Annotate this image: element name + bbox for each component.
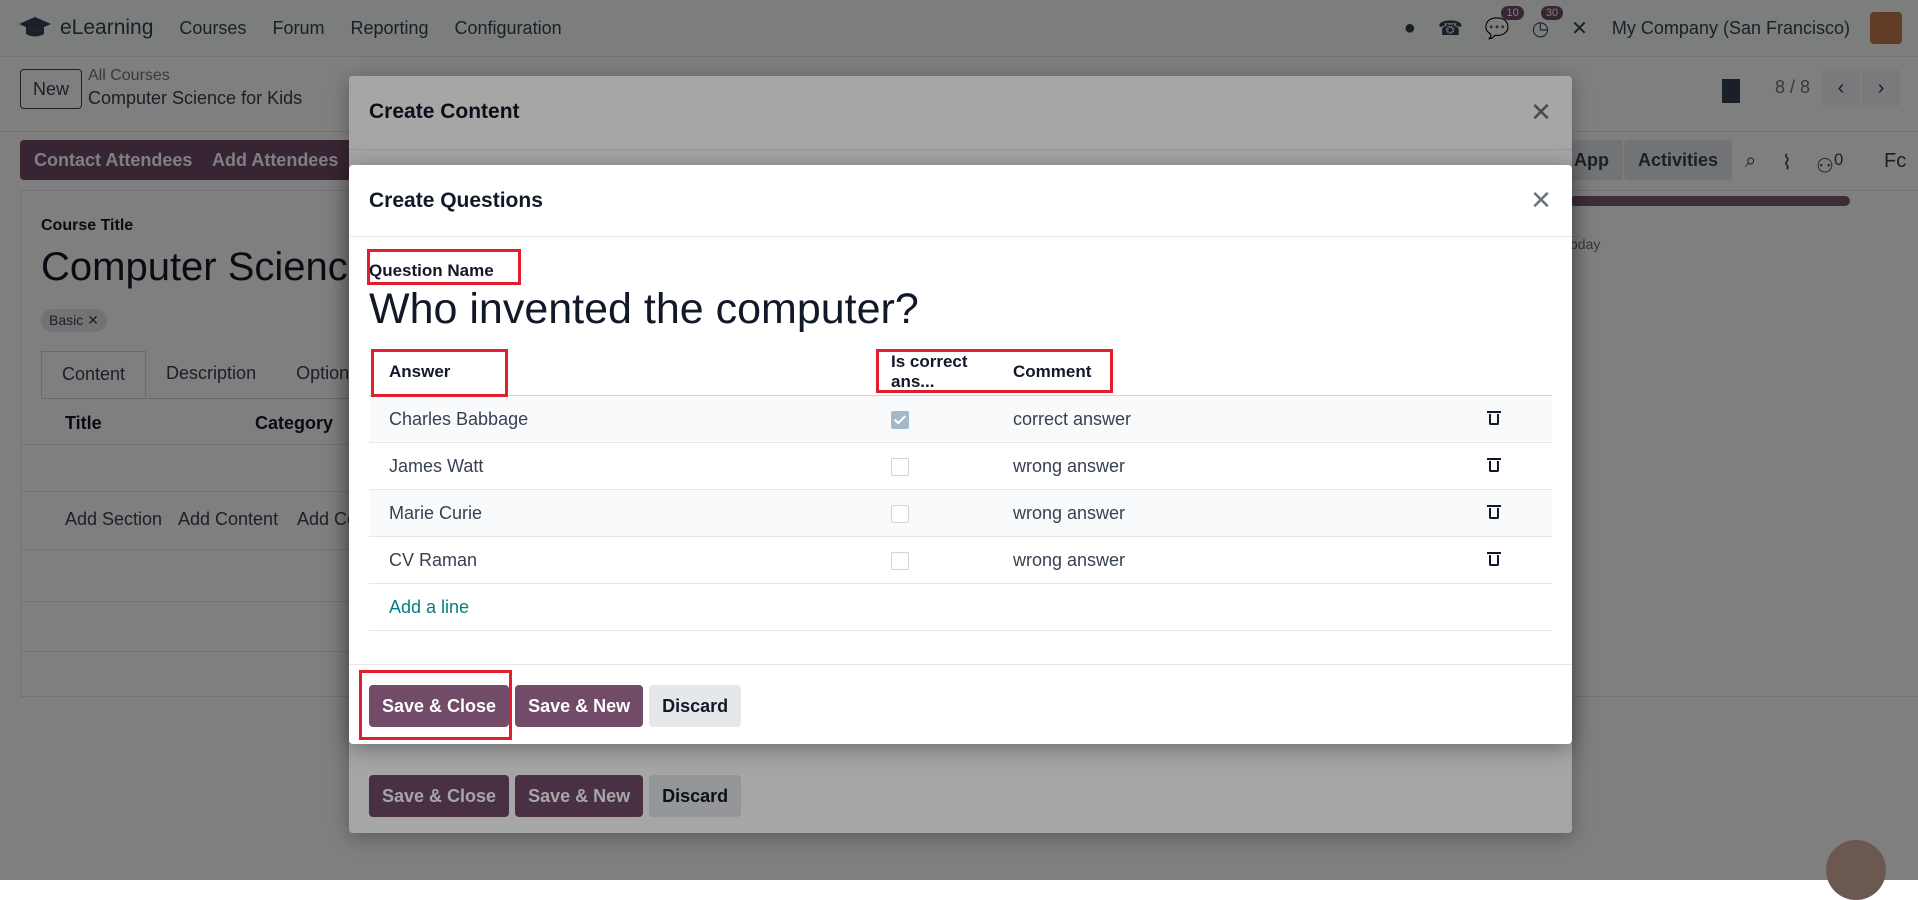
table-row[interactable]: Charles Babbage correct answer — [369, 395, 1552, 443]
delete-cell — [1472, 442, 1552, 490]
table-row[interactable]: James Watt wrong answer — [369, 442, 1552, 490]
answer-cell[interactable]: Marie Curie — [369, 489, 883, 537]
delete-cell — [1472, 536, 1552, 584]
table-row[interactable]: CV Raman wrong answer — [369, 536, 1552, 584]
create-questions-dialog: Create Questions ✕ Question Name Who inv… — [349, 165, 1572, 744]
save-new-button[interactable]: Save & New — [515, 685, 644, 727]
comment-cell[interactable]: wrong answer — [1009, 442, 1472, 490]
comment-cell[interactable]: correct answer — [1009, 395, 1472, 443]
trash-icon[interactable] — [1487, 410, 1501, 425]
is-correct-cell[interactable] — [883, 536, 1009, 584]
is-correct-cell[interactable] — [883, 395, 1009, 443]
highlight-save-close-button — [359, 670, 512, 740]
trash-icon[interactable] — [1487, 457, 1501, 472]
dialog-header: Create Questions ✕ — [349, 165, 1572, 237]
column-actions — [1472, 349, 1552, 396]
trash-icon[interactable] — [1487, 504, 1501, 519]
checkbox[interactable] — [891, 551, 909, 570]
add-line-row: Add a line — [369, 583, 1552, 631]
checkbox-checked[interactable] — [891, 410, 909, 429]
trash-icon[interactable] — [1487, 551, 1501, 566]
highlight-answer-column — [371, 349, 508, 397]
dialog-title: Create Questions — [369, 189, 543, 212]
answer-cell[interactable]: Charles Babbage — [369, 395, 883, 443]
discard-button[interactable]: Discard — [649, 685, 742, 727]
comment-cell[interactable]: wrong answer — [1009, 536, 1472, 584]
highlight-correct-comment-columns — [876, 349, 1113, 393]
checkbox[interactable] — [891, 504, 909, 523]
checkbox[interactable] — [891, 457, 909, 476]
is-correct-cell[interactable] — [883, 442, 1009, 490]
footer-divider — [349, 664, 1572, 665]
delete-cell — [1472, 395, 1552, 443]
delete-cell — [1472, 489, 1552, 537]
highlight-question-name — [367, 249, 521, 285]
add-line-cell: Add a line — [369, 583, 1552, 631]
answer-cell[interactable]: James Watt — [369, 442, 883, 490]
answer-cell[interactable]: CV Raman — [369, 536, 883, 584]
table-row[interactable]: Marie Curie wrong answer — [369, 489, 1552, 537]
close-icon[interactable]: ✕ — [1528, 187, 1554, 213]
add-line-link[interactable]: Add a line — [389, 597, 469, 617]
comment-cell[interactable]: wrong answer — [1009, 489, 1472, 537]
floating-avatar[interactable] — [1826, 840, 1886, 900]
is-correct-cell[interactable] — [883, 489, 1009, 537]
question-name-field[interactable]: Who invented the computer? — [369, 285, 919, 334]
